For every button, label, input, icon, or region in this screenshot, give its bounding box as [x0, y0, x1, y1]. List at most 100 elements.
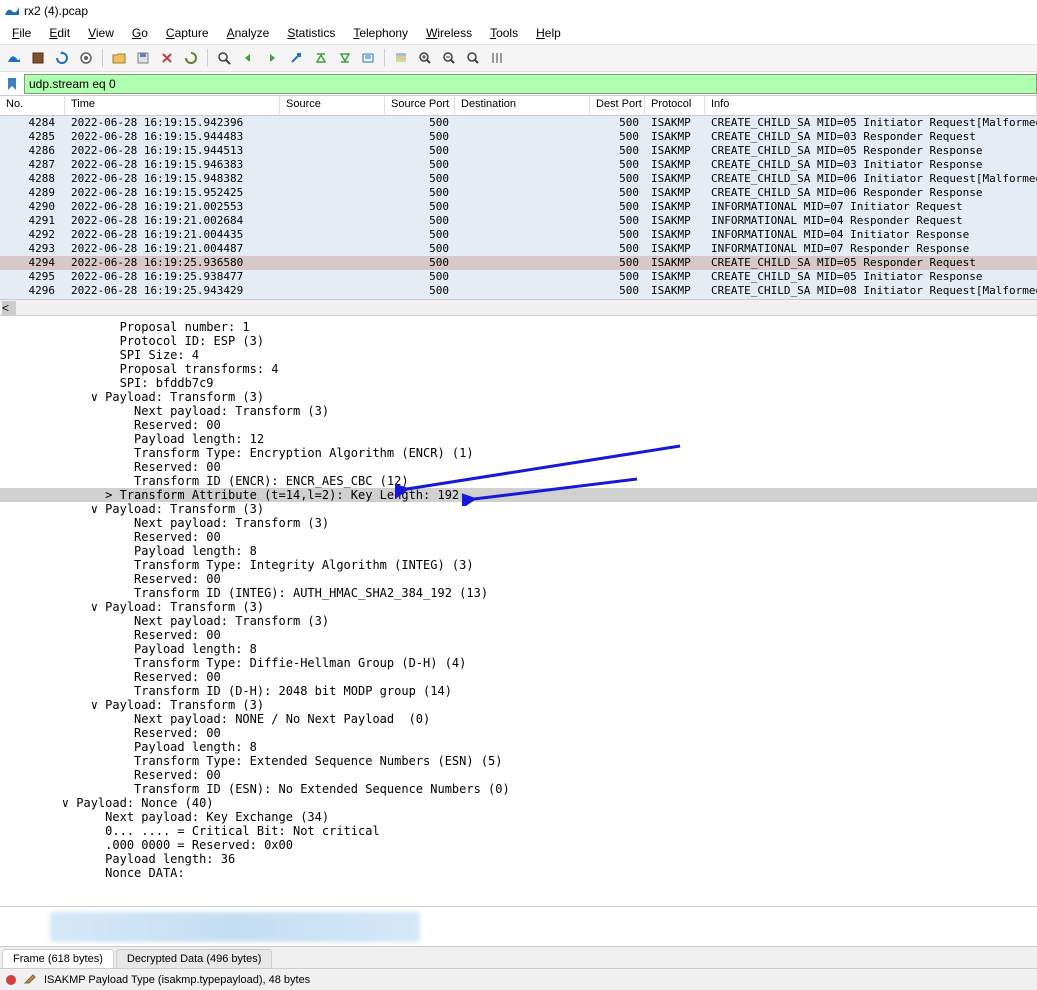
detail-line[interactable]: Transform ID (ENCR): ENCR_AES_CBC (12) [0, 474, 1037, 488]
detail-line[interactable]: Reserved: 00 [0, 628, 1037, 642]
packet-row[interactable]: 42902022-06-28 16:19:21.002553500500ISAK… [0, 200, 1037, 214]
column-header-no[interactable]: No. [0, 96, 65, 115]
detail-line[interactable]: Transform Type: Integrity Algorithm (INT… [0, 558, 1037, 572]
detail-line[interactable]: SPI: bfddb7c9 [0, 376, 1037, 390]
go-first-icon[interactable] [310, 48, 330, 68]
packet-row[interactable]: 42942022-06-28 16:19:25.936580500500ISAK… [0, 256, 1037, 270]
detail-line[interactable]: Reserved: 00 [0, 418, 1037, 432]
auto-scroll-icon[interactable] [358, 48, 378, 68]
detail-line[interactable]: Reserved: 00 [0, 572, 1037, 586]
menu-tools[interactable]: Tools [482, 24, 526, 42]
zoom-in-icon[interactable] [415, 48, 435, 68]
bytes-tab[interactable]: Decrypted Data (496 bytes) [116, 949, 273, 968]
resize-columns-icon[interactable] [487, 48, 507, 68]
options-icon[interactable] [76, 48, 96, 68]
menu-wireless[interactable]: Wireless [418, 24, 480, 42]
column-header-info[interactable]: Info [705, 96, 1037, 115]
packet-list-rows[interactable]: 42842022-06-28 16:19:15.942396500500ISAK… [0, 116, 1037, 299]
shark-fin-icon[interactable] [4, 48, 24, 68]
detail-line[interactable]: Payload length: 8 [0, 740, 1037, 754]
detail-line[interactable]: 0... .... = Critical Bit: Not critical [0, 824, 1037, 838]
detail-line[interactable]: Reserved: 00 [0, 670, 1037, 684]
detail-line[interactable]: Payload length: 36 [0, 852, 1037, 866]
colorize-icon[interactable] [391, 48, 411, 68]
column-header-protocol[interactable]: Protocol [645, 96, 705, 115]
detail-line[interactable]: Nonce DATA: [0, 866, 1037, 880]
scrollbar-thumb[interactable]: < [2, 301, 16, 315]
detail-line[interactable]: Payload length: 8 [0, 642, 1037, 656]
menu-help[interactable]: Help [528, 24, 569, 42]
detail-line[interactable]: Reserved: 00 [0, 726, 1037, 740]
display-filter-input[interactable] [24, 74, 1037, 94]
detail-line[interactable]: Transform ID (D-H): 2048 bit MODP group … [0, 684, 1037, 698]
packet-row[interactable]: 42922022-06-28 16:19:21.004435500500ISAK… [0, 228, 1037, 242]
detail-line[interactable]: Next payload: Transform (3) [0, 404, 1037, 418]
zoom-out-icon[interactable] [439, 48, 459, 68]
edit-icon[interactable] [24, 972, 36, 987]
detail-line[interactable]: Transform Type: Encryption Algorithm (EN… [0, 446, 1037, 460]
menu-file[interactable]: File [4, 24, 39, 42]
menu-edit[interactable]: Edit [41, 24, 78, 42]
detail-line[interactable]: Transform ID (ESN): No Extended Sequence… [0, 782, 1037, 796]
detail-line[interactable]: Reserved: 00 [0, 460, 1037, 474]
detail-tree-node[interactable]: ∨ Payload: Transform (3) [0, 390, 1037, 404]
packet-row[interactable]: 42932022-06-28 16:19:21.004487500500ISAK… [0, 242, 1037, 256]
detail-line[interactable]: Payload length: 12 [0, 432, 1037, 446]
packet-row[interactable]: 42962022-06-28 16:19:25.943429500500ISAK… [0, 284, 1037, 298]
detail-tree-node[interactable]: ∨ Payload: Transform (3) [0, 600, 1037, 614]
bytes-tab[interactable]: Frame (618 bytes) [2, 949, 114, 968]
column-header-source[interactable]: Source [280, 96, 385, 115]
column-header-time[interactable]: Time [65, 96, 280, 115]
save-icon[interactable] [133, 48, 153, 68]
open-file-icon[interactable] [109, 48, 129, 68]
column-header-destination[interactable]: Destination [455, 96, 590, 115]
packet-row[interactable]: 42952022-06-28 16:19:25.938477500500ISAK… [0, 270, 1037, 284]
detail-line[interactable]: Reserved: 00 [0, 530, 1037, 544]
expert-info-dot-icon[interactable] [6, 975, 16, 985]
menu-capture[interactable]: Capture [158, 24, 217, 42]
menu-analyze[interactable]: Analyze [219, 24, 278, 42]
menu-go[interactable]: Go [124, 24, 156, 42]
detail-line[interactable]: Next payload: Key Exchange (34) [0, 810, 1037, 824]
menu-telephony[interactable]: Telephony [345, 24, 416, 42]
packet-bytes-pane[interactable] [0, 906, 1037, 946]
menu-view[interactable]: View [80, 24, 122, 42]
packet-row[interactable]: 42892022-06-28 16:19:15.952425500500ISAK… [0, 186, 1037, 200]
find-icon[interactable] [214, 48, 234, 68]
zoom-reset-icon[interactable] [463, 48, 483, 68]
detail-line[interactable]: Transform ID (INTEG): AUTH_HMAC_SHA2_384… [0, 586, 1037, 600]
detail-tree-node[interactable]: ∨ Payload: Nonce (40) [0, 796, 1037, 810]
horizontal-scrollbar[interactable]: < [0, 299, 1037, 315]
menu-statistics[interactable]: Statistics [279, 24, 343, 42]
bookmark-filter-icon[interactable] [2, 74, 22, 94]
detail-line[interactable]: Payload length: 8 [0, 544, 1037, 558]
detail-line[interactable]: Next payload: NONE / No Next Payload (0) [0, 712, 1037, 726]
go-forward-icon[interactable] [262, 48, 282, 68]
packet-row[interactable]: 42842022-06-28 16:19:15.942396500500ISAK… [0, 116, 1037, 130]
detail-line[interactable]: .000 0000 = Reserved: 0x00 [0, 838, 1037, 852]
stop-icon[interactable] [28, 48, 48, 68]
detail-line[interactable]: Next payload: Transform (3) [0, 614, 1037, 628]
detail-line[interactable]: Proposal number: 1 [0, 320, 1037, 334]
detail-line[interactable]: Next payload: Transform (3) [0, 516, 1037, 530]
close-icon[interactable] [157, 48, 177, 68]
packet-row[interactable]: 42872022-06-28 16:19:15.946383500500ISAK… [0, 158, 1037, 172]
detail-line[interactable]: Protocol ID: ESP (3) [0, 334, 1037, 348]
detail-line[interactable]: Proposal transforms: 4 [0, 362, 1037, 376]
detail-tree-node[interactable]: > Transform Attribute (t=14,l=2): Key Le… [0, 488, 1037, 502]
column-header-dest-port[interactable]: Dest Port [590, 96, 645, 115]
go-back-icon[interactable] [238, 48, 258, 68]
packet-row[interactable]: 42862022-06-28 16:19:15.944513500500ISAK… [0, 144, 1037, 158]
detail-line[interactable]: Reserved: 00 [0, 768, 1037, 782]
restart-icon[interactable] [52, 48, 72, 68]
go-last-icon[interactable] [334, 48, 354, 68]
column-header-source-port[interactable]: Source Port [385, 96, 455, 115]
packet-row[interactable]: 42852022-06-28 16:19:15.944483500500ISAK… [0, 130, 1037, 144]
detail-line[interactable]: SPI Size: 4 [0, 348, 1037, 362]
go-to-icon[interactable] [286, 48, 306, 68]
packet-row[interactable]: 42882022-06-28 16:19:15.948382500500ISAK… [0, 172, 1037, 186]
packet-row[interactable]: 42912022-06-28 16:19:21.002684500500ISAK… [0, 214, 1037, 228]
detail-tree-node[interactable]: ∨ Payload: Transform (3) [0, 698, 1037, 712]
detail-line[interactable]: Transform Type: Diffie-Hellman Group (D-… [0, 656, 1037, 670]
detail-line[interactable]: Transform Type: Extended Sequence Number… [0, 754, 1037, 768]
